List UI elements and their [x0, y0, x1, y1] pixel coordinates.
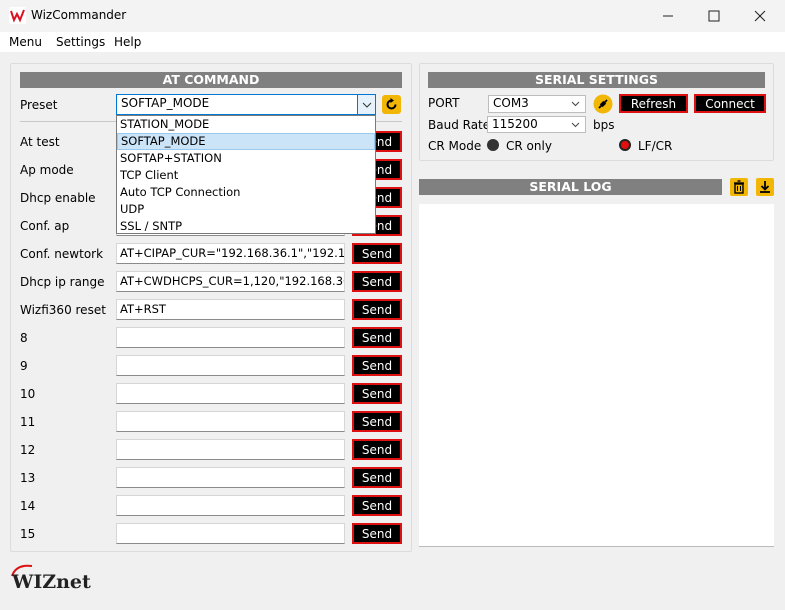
port-select-value: COM3	[493, 96, 529, 110]
send-button[interactable]: Send	[352, 299, 402, 320]
serial-log-area[interactable]	[419, 204, 774, 547]
command-input[interactable]: AT+RST	[116, 299, 345, 320]
command-input[interactable]	[116, 523, 345, 544]
minimize-icon	[663, 15, 673, 16]
svg-text:WIZnet: WIZnet	[11, 571, 91, 592]
baud-rate-select[interactable]: 115200	[487, 116, 586, 133]
send-button[interactable]: Send	[352, 383, 402, 404]
preset-option[interactable]: SSL / SNTP	[117, 218, 375, 235]
close-button[interactable]	[737, 0, 783, 31]
serial-log-header: SERIAL LOG	[419, 179, 722, 195]
port-select[interactable]: COM3	[488, 95, 586, 113]
menu-item-help[interactable]: Help	[114, 35, 141, 49]
send-button[interactable]: Send	[352, 327, 402, 348]
preset-option-selected[interactable]: SOFTAP_MODE	[117, 133, 375, 150]
chevron-down-icon	[571, 101, 580, 107]
send-button[interactable]: Send	[352, 467, 402, 488]
command-input[interactable]	[116, 467, 345, 488]
command-input[interactable]: AT+CIPAP_CUR="192.168.36.1","192.168.36.	[116, 243, 345, 264]
cr-mode-label: CR Mode	[428, 139, 482, 153]
menu-item-settings[interactable]: Settings	[56, 35, 105, 49]
preset-dropdown-toggle[interactable]	[357, 95, 375, 114]
baud-rate-value: 115200	[492, 117, 538, 131]
preset-option[interactable]: SOFTAP+STATION	[117, 150, 375, 167]
command-row-label: Wizfi360 reset	[20, 303, 106, 317]
send-button[interactable]: Send	[352, 495, 402, 516]
command-row-label: 12	[20, 443, 36, 457]
close-icon	[754, 10, 766, 21]
command-input[interactable]	[116, 495, 345, 516]
download-icon[interactable]	[756, 178, 774, 196]
app-logo-icon	[9, 7, 26, 24]
maximize-icon	[708, 10, 720, 21]
chevron-down-icon	[571, 122, 580, 128]
window-title: WizCommander	[31, 8, 127, 22]
command-row-label: 15	[20, 527, 36, 541]
command-row-label: 10	[20, 387, 36, 401]
preset-select[interactable]: SOFTAP_MODE	[116, 94, 376, 115]
send-button[interactable]: Send	[352, 243, 402, 264]
preset-option[interactable]: UDP	[117, 201, 375, 218]
minimize-button[interactable]	[645, 0, 691, 31]
wiznet-logo: WIZnet	[11, 564, 91, 592]
connect-button[interactable]: Connect	[694, 94, 766, 113]
at-command-header: AT COMMAND	[20, 72, 402, 88]
preset-option[interactable]: Auto TCP Connection	[117, 184, 375, 201]
command-row-label: 8	[20, 331, 28, 345]
menu-bar: Menu Settings Help	[0, 32, 785, 52]
cr-only-label: CR only	[506, 139, 552, 153]
send-button[interactable]: Send	[352, 439, 402, 460]
command-row-label: 13	[20, 471, 36, 485]
command-input[interactable]	[116, 327, 345, 348]
title-bar: WizCommander	[0, 0, 785, 32]
lf-cr-label: LF/CR	[638, 139, 673, 153]
command-row-label: Dhcp ip range	[20, 275, 105, 289]
command-row-label: Conf. ap	[20, 219, 70, 233]
baud-rate-label: Baud Rate	[428, 118, 491, 132]
command-input[interactable]	[116, 383, 345, 404]
preset-option[interactable]: TCP Client	[117, 167, 375, 184]
command-input[interactable]: AT+CWDHCPS_CUR=1,120,"192.168.36.100"	[116, 271, 345, 292]
send-button[interactable]: Send	[352, 523, 402, 544]
lf-cr-radio[interactable]	[619, 139, 631, 151]
command-row-label: Ap mode	[20, 163, 74, 177]
preset-label: Preset	[20, 98, 58, 112]
command-row-label: At test	[20, 135, 60, 149]
trash-icon[interactable]	[730, 178, 748, 196]
preset-dropdown-list[interactable]: STATION_MODE SOFTAP_MODE SOFTAP+STATION …	[116, 115, 376, 234]
command-row-label: Conf. newtork	[20, 247, 104, 261]
maximize-button[interactable]	[691, 0, 737, 31]
serial-settings-header: SERIAL SETTINGS	[428, 72, 765, 88]
chevron-down-icon	[362, 102, 372, 108]
auto-connect-icon[interactable]	[593, 94, 613, 114]
port-label: PORT	[428, 96, 460, 110]
send-button[interactable]: Send	[352, 271, 402, 292]
reload-preset-icon[interactable]	[382, 95, 401, 114]
cr-only-radio[interactable]	[487, 139, 499, 151]
command-row-label: 9	[20, 359, 28, 373]
baud-unit-label: bps	[593, 118, 615, 132]
send-button[interactable]: Send	[352, 355, 402, 376]
refresh-button[interactable]: Refresh	[619, 94, 688, 113]
command-row-label: 11	[20, 415, 36, 429]
command-row-label: 14	[20, 499, 36, 513]
preset-select-value: SOFTAP_MODE	[121, 96, 210, 110]
command-input[interactable]	[116, 411, 345, 432]
send-button[interactable]: Send	[352, 411, 402, 432]
menu-item-menu[interactable]: Menu	[9, 35, 42, 49]
command-row-label: Dhcp enable	[20, 191, 96, 205]
preset-option[interactable]: STATION_MODE	[117, 116, 375, 133]
command-input[interactable]	[116, 355, 345, 376]
command-input[interactable]	[116, 439, 345, 460]
